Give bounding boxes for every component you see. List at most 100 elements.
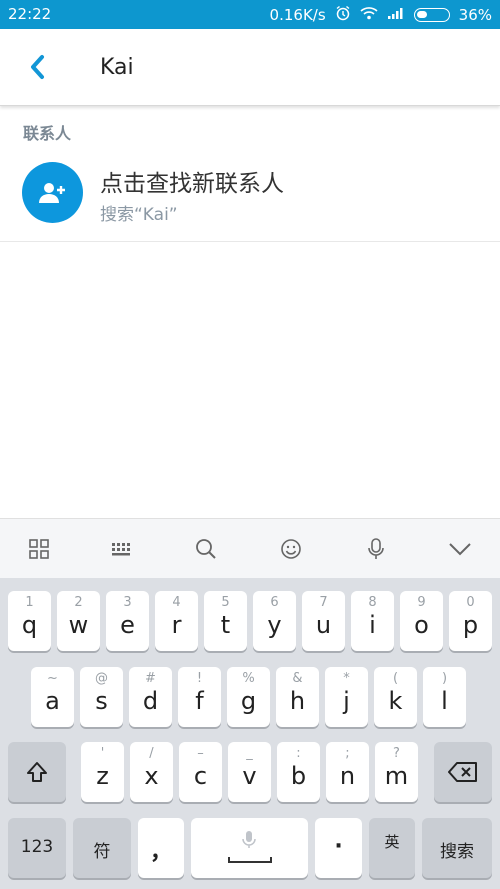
microphone-icon[interactable] [360, 533, 392, 565]
key-l[interactable]: ) l [423, 667, 466, 727]
search-header [0, 29, 500, 106]
signal-icon [387, 6, 405, 24]
key-o[interactable]: 9o [400, 591, 443, 651]
key-letter: z [96, 762, 109, 790]
search-icon[interactable] [190, 533, 222, 565]
chevron-down-icon[interactable] [444, 533, 476, 565]
key-letter: y [267, 611, 282, 639]
key-hint: 5 [221, 595, 230, 610]
key-hint: / [149, 746, 154, 761]
grid-icon[interactable] [23, 533, 55, 565]
wifi-icon [360, 6, 378, 24]
key-y[interactable]: 6y [253, 591, 296, 651]
keyboard-icon[interactable] [106, 533, 138, 565]
comma-key-label: ， [149, 840, 172, 865]
key-letter: k [388, 687, 403, 715]
key-e[interactable]: 3e [106, 591, 149, 651]
search-key[interactable]: 搜索 [422, 818, 492, 878]
status-time: 22:22 [8, 5, 52, 23]
key-u[interactable]: 7u [302, 591, 345, 651]
key-letter: n [339, 762, 356, 790]
key-j[interactable]: * j [325, 667, 368, 727]
back-button[interactable] [22, 51, 52, 83]
key-c[interactable]: – c [179, 742, 222, 802]
key-hint: 7 [319, 595, 328, 610]
key-letter: r [171, 611, 182, 639]
key-hint: _ [246, 746, 253, 761]
key-i[interactable]: 8i [351, 591, 394, 651]
key-hint: 3 [123, 595, 132, 610]
key-letter: i [369, 611, 376, 639]
key-d[interactable]: # d [129, 667, 172, 727]
numbers-key[interactable]: 123 [8, 818, 66, 878]
key-v[interactable]: _ v [228, 742, 271, 802]
key-k[interactable]: (k [374, 667, 417, 727]
key-hint: ~ [47, 671, 58, 686]
find-contact-title: 点击查找新联系人 [100, 171, 284, 197]
key-letter: c [193, 762, 208, 790]
key-n[interactable]: ; n [326, 742, 369, 802]
key-x[interactable]: / x [130, 742, 173, 802]
battery-icon [413, 8, 450, 22]
battery-percent: 36% [458, 6, 492, 24]
key-m[interactable]: ? m [375, 742, 418, 802]
shift-key[interactable] [8, 742, 66, 802]
keyboard: 1q2w3e4r5t6y7u8i9o0p ~ a @ s # d! f% g & h * j(k) l … [0, 578, 500, 889]
period-key-label: · [334, 834, 343, 859]
key-letter: v [242, 762, 257, 790]
key-letter: o [414, 611, 429, 639]
comma-key[interactable]: ， [138, 818, 184, 878]
key-p[interactable]: 0p [449, 591, 492, 651]
emoji-icon[interactable] [275, 533, 307, 565]
key-b[interactable]: :b [277, 742, 320, 802]
search-input[interactable] [100, 49, 470, 85]
alarm-icon [335, 5, 351, 25]
numbers-key-label: 123 [20, 837, 54, 857]
key-letter: b [290, 762, 307, 790]
backspace-key[interactable] [434, 742, 492, 802]
key-hint: ' [100, 746, 105, 761]
key-hint: – [197, 746, 204, 761]
key-f[interactable]: ! f [178, 667, 221, 727]
key-hint: 8 [368, 595, 377, 610]
key-letter: u [315, 611, 332, 639]
key-letter: s [95, 687, 108, 715]
key-r[interactable]: 4r [155, 591, 198, 651]
chevron-left-icon [31, 55, 44, 79]
key-letter: f [195, 687, 204, 715]
space-key[interactable] [191, 818, 308, 878]
key-letter: x [144, 762, 159, 790]
key-g[interactable]: % g [227, 667, 270, 727]
key-letter: w [68, 611, 89, 639]
key-letter: p [462, 611, 479, 639]
key-hint: * [343, 671, 350, 686]
key-letter: t [220, 611, 231, 639]
find-new-contact-item[interactable]: 点击查找新联系人 搜索“Kai” [0, 150, 500, 242]
status-bar: 22:22 0.16K/s 36% [0, 0, 500, 29]
key-h[interactable]: & h [276, 667, 319, 727]
backspace-icon [448, 762, 477, 782]
key-t[interactable]: 5t [204, 591, 247, 651]
key-hint: 9 [417, 595, 426, 610]
key-hint: ; [345, 746, 350, 761]
key-hint: 1 [25, 595, 34, 610]
key-a[interactable]: ~ a [31, 667, 74, 727]
search-key-label: 搜索 [440, 842, 474, 862]
key-letter: l [441, 687, 448, 715]
key-z[interactable]: ' z [81, 742, 124, 802]
key-s[interactable]: @ s [80, 667, 123, 727]
period-key[interactable]: · [315, 818, 362, 878]
symbols-key-label: 符 [93, 842, 111, 862]
key-hint: 0 [466, 595, 475, 610]
key-q[interactable]: 1q [8, 591, 51, 651]
key-w[interactable]: 2w [57, 591, 100, 651]
language-key[interactable]: 英 [369, 818, 415, 878]
status-right: 0.16K/s 36% [270, 5, 492, 25]
key-letter: j [343, 687, 350, 715]
symbols-key[interactable]: 符 [73, 818, 131, 878]
language-key-label: 英 [384, 833, 400, 851]
key-hint: 4 [172, 595, 181, 610]
key-letter: m [384, 762, 409, 790]
key-hint: @ [95, 671, 108, 686]
network-speed: 0.16K/s [269, 6, 326, 24]
